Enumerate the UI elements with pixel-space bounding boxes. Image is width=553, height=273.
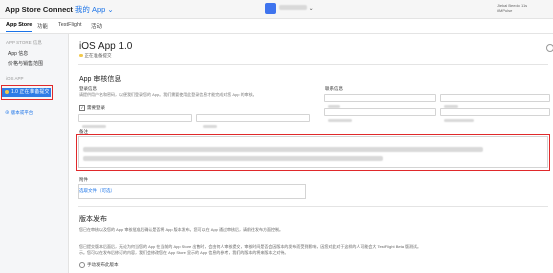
highlight-box-notes [76,134,550,171]
add-version-link[interactable]: ⊕ 版本或平台 [5,110,33,116]
divider [78,64,548,65]
contact-email[interactable] [440,108,550,122]
app-name-redacted[interactable]: ⌄ [279,5,314,12]
manual-release-radio[interactable]: 手动发布此版本 [79,262,119,268]
app-store-connect-logo[interactable]: App Store Connect 我的 App ⌄ [5,4,114,15]
my-apps-menu[interactable]: 我的 App ⌄ [75,5,114,14]
manual-release-label: 手动发布此版本 [87,262,119,268]
tab-features[interactable]: 功能 [37,22,48,30]
signin-required-checkbox[interactable]: ✓ 需要登录 [79,105,105,111]
release-description-3: 示。您可以在发布后修订的内容，我们会修改您在 App Store 显示的 App… [79,250,289,255]
app-icon[interactable] [265,3,276,14]
radio-icon [79,262,85,268]
user-team: iIMPulse [497,8,513,13]
release-header: 版本发布 [79,216,107,223]
sidebar-section-app-store-info: APP STORE 信息 [6,40,42,45]
password-field[interactable] [196,114,310,128]
tab-activity[interactable]: 活动 [91,22,102,30]
tab-app-store[interactable]: App Store [6,22,33,32]
help-icon[interactable] [546,44,553,52]
tab-testflight[interactable]: TestFlight [58,22,82,28]
top-bar: App Store Connect 我的 App ⌄ ⌄ Jiekai Beedo… [0,0,553,19]
contact-first-name[interactable] [324,94,436,108]
contact-last-name[interactable] [440,94,550,108]
choose-file-link[interactable]: 选取文件（可选） [79,188,115,194]
attachment-label: 附件 [79,177,88,182]
username-field[interactable] [78,114,192,128]
page-title: iOS App 1.0 [79,41,133,52]
highlight-box-sidebar [1,85,53,100]
brand-title: App Store Connect [5,5,73,14]
review-info-header: App 审核信息 [79,76,122,83]
nav-tabs: App Store 功能 TestFlight 活动 [0,19,553,34]
sidebar: APP STORE 信息 App 信息 价格与销售范围 iOS APP 1.0 … [0,34,69,273]
checkbox-icon: ✓ [79,105,85,111]
main-content: iOS App 1.0 正在准备提交 App 审核信息 登录信息 请提供用户名和… [72,34,553,273]
divider [78,206,548,207]
status-text: 正在准备提交 [84,53,112,58]
signin-required-label: 需要登录 [87,105,105,111]
contact-label: 联系信息 [325,86,343,91]
sidebar-section-ios-app: iOS APP [6,76,24,81]
contact-phone[interactable] [324,108,436,122]
sidebar-item-pricing[interactable]: 价格与销售范围 [8,60,43,67]
release-description-2: 您已提交版本后面后，无论为何当您的 App 在当前的 App Store 出售时… [79,244,422,249]
status-dot-icon [79,53,83,57]
user-account[interactable]: Jiekai Beedo 11s iIMPulse [497,3,527,13]
release-description: 您已在审核以及您的 App 审核批准后确认是否将 App 版本发布。您可以在 A… [79,227,284,232]
status-badge: 正在准备提交 [79,53,112,59]
sidebar-item-app-info[interactable]: App 信息 [8,50,28,57]
signin-description: 请提供用户名和密码，以便我们登录您的 App。我们需要使用此登录信息才能完成对您… [79,92,257,97]
